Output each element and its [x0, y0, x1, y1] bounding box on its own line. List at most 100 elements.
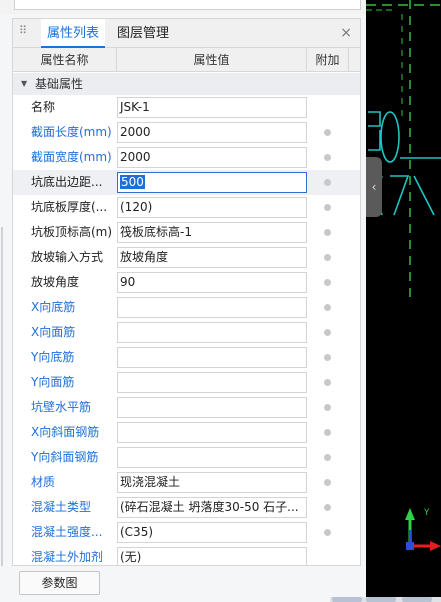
property-row[interactable]: X向面筋: [13, 320, 360, 345]
property-row[interactable]: X向底筋: [13, 295, 360, 320]
property-value-field[interactable]: 2000: [117, 147, 307, 168]
property-name: 混凝土类型: [31, 500, 92, 514]
property-value-field[interactable]: [117, 422, 307, 443]
collapse-panel-handle[interactable]: ‹: [366, 157, 382, 217]
panel-tab-bar: ⠿ 属性列表 图层管理 ×: [12, 18, 361, 48]
property-value-field[interactable]: (碎石混凝土 坍落度30-50 石子...: [117, 497, 307, 518]
status-chip[interactable]: [366, 597, 396, 602]
property-row[interactable]: Y向斜面钢筋: [13, 445, 360, 470]
property-name: 混凝土强度...: [31, 525, 103, 539]
property-name: 截面宽度(mm): [31, 150, 112, 164]
cad-drawing: [366, 0, 441, 551]
property-name: Y向底筋: [31, 350, 75, 364]
status-bar-edge: [330, 597, 441, 602]
attachment-dot-icon[interactable]: [324, 204, 331, 211]
column-header-name[interactable]: 属性名称: [13, 48, 117, 72]
property-name: 放坡输入方式: [31, 250, 104, 264]
property-name: 名称: [31, 100, 56, 114]
property-value-field[interactable]: [117, 397, 307, 418]
property-row[interactable]: 坑板顶标高(m) 筏板底标高-1: [13, 220, 360, 245]
selected-value-text: 500: [120, 175, 145, 189]
attachment-dot-icon[interactable]: [324, 254, 331, 261]
property-name: 坑板顶标高(m): [31, 225, 113, 239]
property-name: 材质: [31, 475, 56, 489]
attachment-dot-icon[interactable]: [324, 179, 331, 186]
drag-grip-icon[interactable]: ⠿: [19, 25, 29, 41]
property-name: Y向面筋: [31, 375, 75, 389]
parameter-diagram-button[interactable]: 参数图: [19, 571, 100, 595]
attachment-dot-icon[interactable]: [324, 504, 331, 511]
property-row[interactable]: 混凝土外加剂 (无): [13, 545, 360, 565]
attachment-dot-icon[interactable]: [324, 404, 331, 411]
property-value-field[interactable]: 90: [117, 272, 307, 293]
property-name: 坑壁水平筋: [31, 400, 92, 414]
property-name: 放坡角度: [31, 275, 80, 289]
ucs-y-arrowhead: [405, 508, 415, 520]
attachment-dot-icon[interactable]: [324, 354, 331, 361]
collapse-triangle-icon[interactable]: ▼: [21, 73, 27, 95]
property-value-field[interactable]: 放坡角度: [117, 247, 307, 268]
attachment-dot-icon[interactable]: [324, 154, 331, 161]
property-row[interactable]: 坑底出边距... 500: [13, 170, 360, 195]
property-row[interactable]: 坑底板厚度(... (120): [13, 195, 360, 220]
property-value-field[interactable]: [117, 347, 307, 368]
property-value-field[interactable]: [117, 297, 307, 318]
property-value-field[interactable]: [117, 372, 307, 393]
property-row[interactable]: 混凝土类型 (碎石混凝土 坍落度30-50 石子...: [13, 495, 360, 520]
property-name: 截面长度(mm): [31, 125, 112, 139]
attachment-dot-icon[interactable]: [324, 479, 331, 486]
property-value-field[interactable]: [117, 322, 307, 343]
property-row[interactable]: Y向底筋: [13, 345, 360, 370]
left-scroll-edge: [1, 227, 3, 602]
property-name: X向斜面钢筋: [31, 425, 100, 439]
attachment-dot-icon[interactable]: [324, 304, 331, 311]
group-basic-properties[interactable]: ▼ 基础属性: [13, 73, 360, 95]
tab-layer-management[interactable]: 图层管理: [111, 19, 175, 48]
property-row[interactable]: 截面长度(mm) 2000: [13, 120, 360, 145]
property-value-field[interactable]: (无): [117, 547, 307, 565]
property-name: 混凝土外加剂: [31, 550, 104, 564]
close-icon[interactable]: ×: [340, 19, 352, 48]
property-value-field[interactable]: 2000: [117, 122, 307, 143]
group-label: 基础属性: [35, 77, 84, 91]
attachment-dot-icon[interactable]: [324, 279, 331, 286]
property-row[interactable]: 放坡输入方式 放坡角度: [13, 245, 360, 270]
status-chip[interactable]: [402, 597, 432, 602]
property-row[interactable]: X向斜面钢筋: [13, 420, 360, 445]
property-row[interactable]: Y向面筋: [13, 370, 360, 395]
panel-footer: 参数图: [0, 566, 366, 602]
ucs-y-label: Y: [424, 508, 430, 518]
column-header-extra[interactable]: 附加: [307, 48, 349, 72]
property-row[interactable]: 名称 JSK-1: [13, 95, 360, 120]
attachment-dot-icon[interactable]: [324, 129, 331, 136]
property-row[interactable]: 混凝土强度... (C35): [13, 520, 360, 545]
property-value-field[interactable]: JSK-1: [117, 97, 307, 118]
ucs-x-arrowhead: [430, 541, 441, 551]
property-row[interactable]: 截面宽度(mm) 2000: [13, 145, 360, 170]
tab-property-list[interactable]: 属性列表: [41, 19, 106, 48]
attachment-dot-icon[interactable]: [324, 329, 331, 336]
column-header-value[interactable]: 属性值: [117, 48, 307, 72]
property-value-field[interactable]: [117, 447, 307, 468]
attachment-dot-icon[interactable]: [324, 529, 331, 536]
property-grid: 属性名称 属性值 附加 ▼ 基础属性 名称 JSK-1 截面长度(mm) 2000 截面…: [12, 48, 361, 566]
property-row[interactable]: 坑壁水平筋: [13, 395, 360, 420]
attachment-dot-icon[interactable]: [324, 429, 331, 436]
attachment-dot-icon[interactable]: [324, 229, 331, 236]
property-value-field[interactable]: 筏板底标高-1: [117, 222, 307, 243]
attachment-dot-icon[interactable]: [324, 379, 331, 386]
property-value-field[interactable]: (120): [117, 197, 307, 218]
property-name: Y向斜面钢筋: [31, 450, 99, 464]
property-name: X向面筋: [31, 325, 76, 339]
cad-viewport[interactable]: Y: [366, 0, 441, 602]
property-value-field[interactable]: (C35): [117, 522, 307, 543]
grid-header: 属性名称 属性值 附加: [13, 48, 360, 72]
property-row[interactable]: 放坡角度 90: [13, 270, 360, 295]
status-chip[interactable]: [332, 597, 362, 602]
attachment-dot-icon[interactable]: [324, 454, 331, 461]
property-value-field[interactable]: 500: [117, 172, 307, 193]
property-name: 坑底出边距...: [31, 175, 103, 189]
property-row[interactable]: 材质 现浇混凝土: [13, 470, 360, 495]
properties-panel: ⠿ 属性列表 图层管理 × 属性名称 属性值 附加 ▼ 基础属性 名称 JSK-1…: [0, 14, 366, 602]
property-value-field[interactable]: 现浇混凝土: [117, 472, 307, 493]
